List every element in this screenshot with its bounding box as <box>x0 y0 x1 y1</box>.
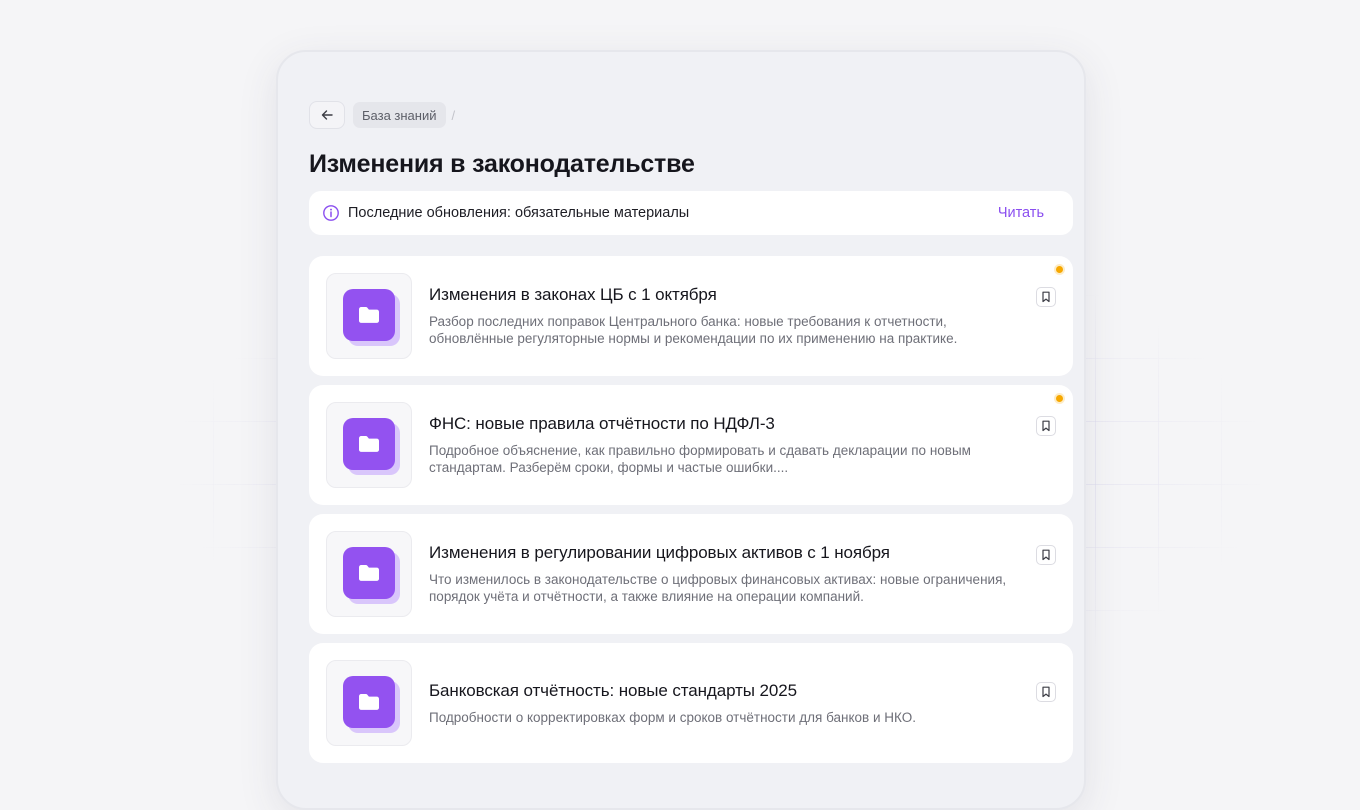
folder-tile <box>343 289 395 341</box>
article-content: Изменения в законах ЦБ с 1 октября Разбо… <box>429 256 1029 376</box>
article-card[interactable]: Изменения в законах ЦБ с 1 октября Разбо… <box>309 256 1073 376</box>
article-title: Банковская отчётность: новые стандарты 2… <box>429 680 797 700</box>
articles-list: Изменения в законах ЦБ с 1 октября Разбо… <box>309 256 1073 772</box>
new-indicator <box>1056 395 1063 402</box>
folder-icon <box>359 565 379 581</box>
article-thumbnail <box>326 531 412 617</box>
folder-tile <box>343 676 395 728</box>
article-card[interactable]: Изменения в регулировании цифровых актив… <box>309 514 1073 634</box>
article-content: Банковская отчётность: новые стандарты 2… <box>429 643 1029 763</box>
article-title: Изменения в регулировании цифровых актив… <box>429 543 890 562</box>
read-button[interactable]: Читать <box>998 205 1044 221</box>
bookmark-button[interactable] <box>1036 287 1056 307</box>
breadcrumb-separator: / <box>451 107 456 123</box>
article-description: Подробности о корректировках форм и срок… <box>429 709 916 725</box>
article-card[interactable]: ФНС: новые правила отчётности по НДФЛ-3 … <box>309 385 1073 505</box>
article-description: Разбор последних поправок Центрального б… <box>429 314 958 346</box>
page-title: Изменения в законодательстве <box>309 150 695 178</box>
app-window: База знаний / Изменения в законодательст… <box>276 50 1086 810</box>
article-card[interactable]: Банковская отчётность: новые стандарты 2… <box>309 643 1073 763</box>
folder-tile <box>343 547 395 599</box>
bookmark-icon <box>1042 291 1050 303</box>
info-circle-icon <box>323 205 339 221</box>
top-navigation: База знаний / <box>309 101 455 129</box>
bookmark-button[interactable] <box>1036 682 1056 702</box>
article-description: Подробное объяснение, как правильно форм… <box>429 443 971 475</box>
article-content: Изменения в регулировании цифровых актив… <box>429 514 1029 634</box>
new-indicator <box>1056 266 1063 273</box>
updates-notice: Последние обновления: обязательные матер… <box>309 191 1073 235</box>
article-description: Что изменилось в законодательстве о цифр… <box>429 572 1007 604</box>
breadcrumb-knowledge-base[interactable]: База знаний <box>353 102 446 128</box>
folder-icon <box>359 694 379 710</box>
article-thumbnail <box>326 660 412 746</box>
arrow-left-icon <box>321 110 333 120</box>
folder-icon <box>359 436 379 452</box>
article-content: ФНС: новые правила отчётности по НДФЛ-3 … <box>429 385 1029 505</box>
article-title: Изменения в законах ЦБ с 1 октября <box>429 285 717 304</box>
folder-tile <box>343 418 395 470</box>
article-title: ФНС: новые правила отчётности по НДФЛ-3 <box>429 414 775 433</box>
article-thumbnail <box>326 402 412 488</box>
bookmark-button[interactable] <box>1036 416 1056 436</box>
bookmark-icon <box>1042 420 1050 432</box>
folder-icon <box>359 307 379 323</box>
bookmark-button[interactable] <box>1036 545 1056 565</box>
bookmark-icon <box>1042 686 1050 698</box>
bookmark-icon <box>1042 549 1050 561</box>
notice-text: Последние обновления: обязательные матер… <box>348 205 690 221</box>
back-button[interactable] <box>309 101 345 129</box>
article-thumbnail <box>326 273 412 359</box>
